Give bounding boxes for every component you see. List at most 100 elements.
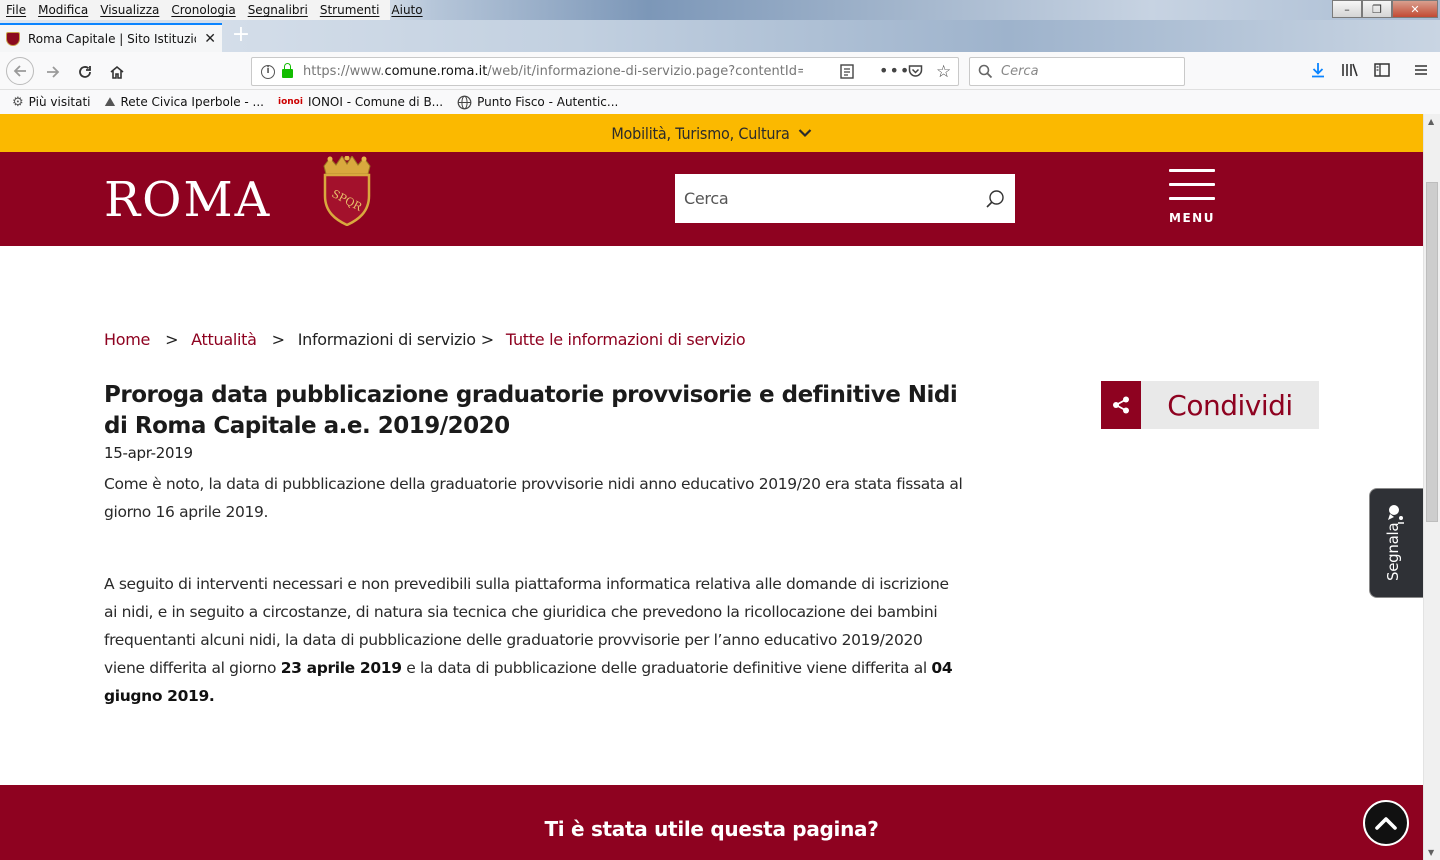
- scrollbar-thumb[interactable]: [1426, 182, 1438, 522]
- menu-file[interactable]: File: [6, 3, 26, 17]
- download-arrow-icon: [1312, 63, 1324, 78]
- site-search-input[interactable]: Cerca: [675, 174, 1015, 223]
- menu-modifica[interactable]: Modifica: [38, 3, 88, 17]
- spqr-crest-icon: SPQR: [323, 156, 371, 226]
- ionoi-icon: ionoi: [278, 97, 303, 107]
- breadcrumb-home[interactable]: Home: [104, 330, 150, 349]
- reader-view-icon[interactable]: [840, 64, 854, 83]
- breadcrumb-informazioni: Informazioni di servizio: [297, 330, 476, 349]
- menu-bar-line: [1169, 183, 1215, 186]
- scroll-up-arrow-icon[interactable]: ▲: [1428, 117, 1434, 126]
- sidebar-icon: [1374, 63, 1390, 77]
- url-text[interactable]: https://www.comune.roma.it/web/it/inform…: [303, 64, 803, 79]
- bookmark-rete-civica[interactable]: ⛰ Rete Civica Iperbole - ...: [105, 95, 264, 110]
- bookmark-label: Punto Fisco - Autentic...: [477, 95, 619, 109]
- bookmarks-toolbar: ⚙ Più visitati ⛰ Rete Civica Iperbole - …: [0, 90, 1440, 114]
- search-icon: [986, 189, 1004, 208]
- secure-lock-icon[interactable]: [282, 63, 293, 78]
- reload-button[interactable]: [72, 59, 98, 85]
- close-window-button[interactable]: ✕: [1392, 0, 1438, 18]
- bookmark-label: Rete Civica Iperbole - ...: [120, 95, 264, 109]
- provisional-date: 23 aprile 2019: [280, 659, 402, 677]
- tab-bar: Roma Capitale | Sito Istituziona ✕ +: [0, 20, 1440, 52]
- breadcrumb-tutte-informazioni[interactable]: Tutte le informazioni di servizio: [506, 330, 746, 349]
- reload-icon: [79, 66, 91, 78]
- share-icon: [1113, 396, 1129, 414]
- article-date: 15-apr-2019: [104, 444, 193, 462]
- globe-icon: [457, 95, 472, 109]
- forward-arrow-icon: [47, 66, 60, 78]
- bookmark-star-icon[interactable]: ☆: [936, 62, 951, 82]
- hamburger-icon: [1415, 65, 1427, 75]
- forward-button[interactable]: [40, 59, 66, 85]
- menu-aiuto[interactable]: Aiuto: [391, 3, 422, 17]
- window-controls: – ❐ ✕: [1332, 0, 1438, 18]
- tab-roma-capitale[interactable]: Roma Capitale | Sito Istituziona ✕: [0, 23, 222, 52]
- search-icon: [978, 64, 993, 79]
- maximize-button[interactable]: ❐: [1362, 0, 1392, 18]
- close-tab-icon[interactable]: ✕: [204, 31, 216, 47]
- downloads-button[interactable]: [1310, 62, 1326, 82]
- home-icon: [110, 65, 124, 79]
- menu-segnalibri[interactable]: Segnalibri: [248, 3, 308, 17]
- share-button[interactable]: Condividi: [1101, 381, 1319, 429]
- url-prefix: https://www.: [303, 64, 385, 79]
- site-info-icon[interactable]: i: [261, 64, 275, 79]
- menu-visualizza[interactable]: Visualizza: [100, 3, 159, 17]
- gear-icon: ⚙: [12, 94, 24, 110]
- breadcrumb-separator: >: [271, 330, 285, 349]
- browser-search-bar[interactable]: Cerca: [969, 57, 1185, 86]
- site-header: ROMA SPQR Cerca MENU: [0, 152, 1423, 246]
- feedback-question: Ti è stata utile questa pagina?: [544, 817, 879, 841]
- back-to-top-button[interactable]: [1363, 800, 1409, 846]
- bookmark-piu-visitati[interactable]: ⚙ Più visitati: [12, 95, 91, 110]
- minimize-button[interactable]: –: [1332, 0, 1362, 18]
- article-paragraph-2: A seguito di interventi necessari e non …: [104, 570, 964, 710]
- new-tab-button[interactable]: +: [230, 24, 252, 46]
- home-button[interactable]: [104, 59, 130, 85]
- page-viewport: Mobilità, Turismo, Cultura ROMA SPQR Cer…: [0, 114, 1423, 860]
- megaphone-icon: [1388, 505, 1404, 524]
- back-button[interactable]: [6, 57, 34, 85]
- library-button[interactable]: [1341, 62, 1359, 82]
- main-menu-button[interactable]: MENU: [1168, 169, 1216, 229]
- menu-cronologia[interactable]: Cronologia: [171, 3, 235, 17]
- menu-items: File Modifica Visualizza Cronologia Segn…: [0, 0, 423, 20]
- menu-strumenti[interactable]: Strumenti: [320, 3, 380, 17]
- tab-title: Roma Capitale | Sito Istituziona: [28, 31, 196, 46]
- breadcrumb-separator: >: [480, 330, 494, 349]
- address-bar[interactable]: i https://www.comune.roma.it/web/it/info…: [251, 57, 959, 86]
- open-menu-button[interactable]: [1414, 62, 1428, 81]
- breadcrumb: Home > Attualità > Informazioni di servi…: [104, 330, 746, 349]
- menu-bar: File Modifica Visualizza Cronologia Segn…: [0, 0, 1440, 20]
- menu-label: MENU: [1169, 211, 1215, 225]
- bookmark-ionoi[interactable]: ionoi IONOI - Comune di B...: [278, 95, 443, 109]
- article-title: Proroga data pubblicazione graduatorie p…: [104, 382, 958, 439]
- share-label: Condividi: [1167, 388, 1293, 422]
- scroll-down-arrow-icon[interactable]: ▼: [1428, 848, 1434, 857]
- article-paragraph-1: Come è noto, la data di pubblicazione de…: [104, 475, 963, 521]
- bookmark-label: Più visitati: [28, 95, 91, 109]
- site-search-placeholder: Cerca: [684, 189, 729, 208]
- sidebar-button[interactable]: [1374, 62, 1390, 82]
- library-icon: [1342, 63, 1358, 77]
- paragraph-text: e la data di pubblicazione delle graduat…: [401, 659, 932, 677]
- feedback-footer: Ti è stata utile questa pagina?: [0, 785, 1423, 860]
- url-host: comune.roma.it: [384, 64, 488, 79]
- share-icon-box: [1101, 381, 1141, 429]
- pocket-icon[interactable]: [908, 64, 923, 82]
- search-placeholder: Cerca: [1001, 64, 1039, 79]
- iperbole-icon: ⛰: [104, 94, 116, 110]
- site-search-button[interactable]: [975, 189, 1015, 209]
- bookmark-punto-fisco[interactable]: Punto Fisco - Autentic...: [457, 95, 618, 110]
- back-arrow-icon: [13, 65, 26, 77]
- segnala-feedback-tab[interactable]: Segnala: [1369, 488, 1423, 598]
- page-scrollbar[interactable]: ▲ ▼: [1423, 114, 1440, 860]
- page-actions-icon[interactable]: •••: [879, 61, 910, 80]
- menu-bar-line: [1169, 169, 1215, 172]
- chevron-up-icon: [1375, 817, 1397, 830]
- roma-logo[interactable]: ROMA: [104, 172, 271, 228]
- topics-strip[interactable]: Mobilità, Turismo, Cultura: [0, 114, 1423, 152]
- breadcrumb-attualita[interactable]: Attualità: [191, 330, 257, 349]
- menu-bar-line: [1169, 197, 1215, 200]
